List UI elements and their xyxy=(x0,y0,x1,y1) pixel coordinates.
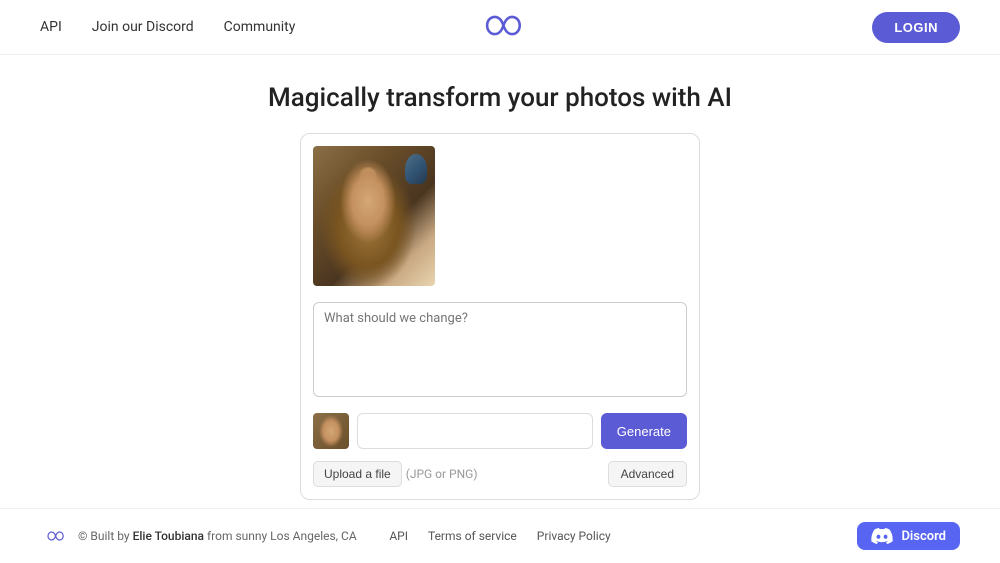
logo-icon xyxy=(470,8,530,43)
discord-label: Discord xyxy=(901,529,946,544)
footer-api-link[interactable]: API xyxy=(389,529,408,543)
prompt-textarea[interactable] xyxy=(313,302,687,397)
discord-badge[interactable]: Discord xyxy=(857,522,960,550)
upload-button[interactable]: Upload a file xyxy=(313,461,402,487)
author-link[interactable]: Elie Toubiana xyxy=(133,529,204,543)
image-area xyxy=(301,134,699,298)
upload-row: Upload a file (JPG or PNG) Advanced xyxy=(301,461,699,499)
nav-left: API Join our Discord Community xyxy=(40,19,295,35)
prompt-input[interactable] xyxy=(357,413,593,449)
nav-discord[interactable]: Join our Discord xyxy=(92,19,194,35)
generate-button[interactable]: Generate xyxy=(601,413,687,449)
footer-center-links: API Terms of service Privacy Policy xyxy=(389,529,610,543)
footer-logo-icon xyxy=(40,527,68,545)
editor-card: Generate Upload a file (JPG or PNG) Adva… xyxy=(300,133,700,500)
footer-left: © Built by Elie Toubiana from sunny Los … xyxy=(40,527,357,545)
page-headline: Magically transform your photos with AI xyxy=(268,83,732,113)
bottom-row: Generate xyxy=(301,413,699,461)
login-button[interactable]: LOGIN xyxy=(872,12,960,43)
nav-right: LOGIN xyxy=(872,12,960,43)
header: API Join our Discord Community LOGIN xyxy=(0,0,1000,55)
discord-icon xyxy=(871,528,893,544)
textarea-wrapper xyxy=(301,298,699,413)
thumbnail-preview xyxy=(313,413,349,449)
uploaded-image xyxy=(313,146,435,286)
footer-right: Discord xyxy=(857,522,960,550)
footer-privacy-link[interactable]: Privacy Policy xyxy=(537,529,611,543)
nav-api[interactable]: API xyxy=(40,19,62,35)
footer-terms-link[interactable]: Terms of service xyxy=(428,529,517,543)
footer-credit: © Built by Elie Toubiana from sunny Los … xyxy=(78,529,357,543)
advanced-button[interactable]: Advanced xyxy=(608,461,687,487)
upload-hint: (JPG or PNG) xyxy=(406,467,478,481)
logo[interactable] xyxy=(470,8,530,47)
main-content: Magically transform your photos with AI … xyxy=(0,55,1000,500)
nav-community[interactable]: Community xyxy=(224,19,296,35)
footer: © Built by Elie Toubiana from sunny Los … xyxy=(0,508,1000,563)
